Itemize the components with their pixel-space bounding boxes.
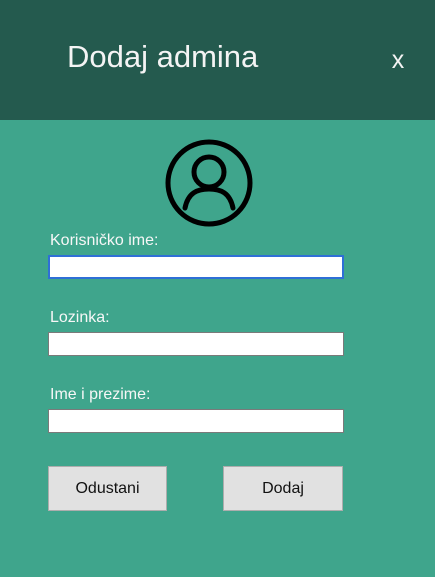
full-name-label: Ime i prezime: [50,386,151,403]
close-button[interactable]: x [386,45,410,75]
password-label: Lozinka: [50,309,110,326]
add-admin-dialog: Dodaj admina x Korisničko ime: Lozinka: … [0,0,435,577]
username-input[interactable] [48,255,344,279]
password-input[interactable] [48,332,344,356]
user-circle-icon [165,139,253,227]
cancel-button[interactable]: Odustani [48,466,167,511]
title-bar: Dodaj admina x [0,0,435,120]
dialog-title: Dodaj admina [67,39,259,74]
username-label: Korisničko ime: [50,232,159,249]
add-button[interactable]: Dodaj [223,466,343,511]
full-name-input[interactable] [48,409,344,433]
